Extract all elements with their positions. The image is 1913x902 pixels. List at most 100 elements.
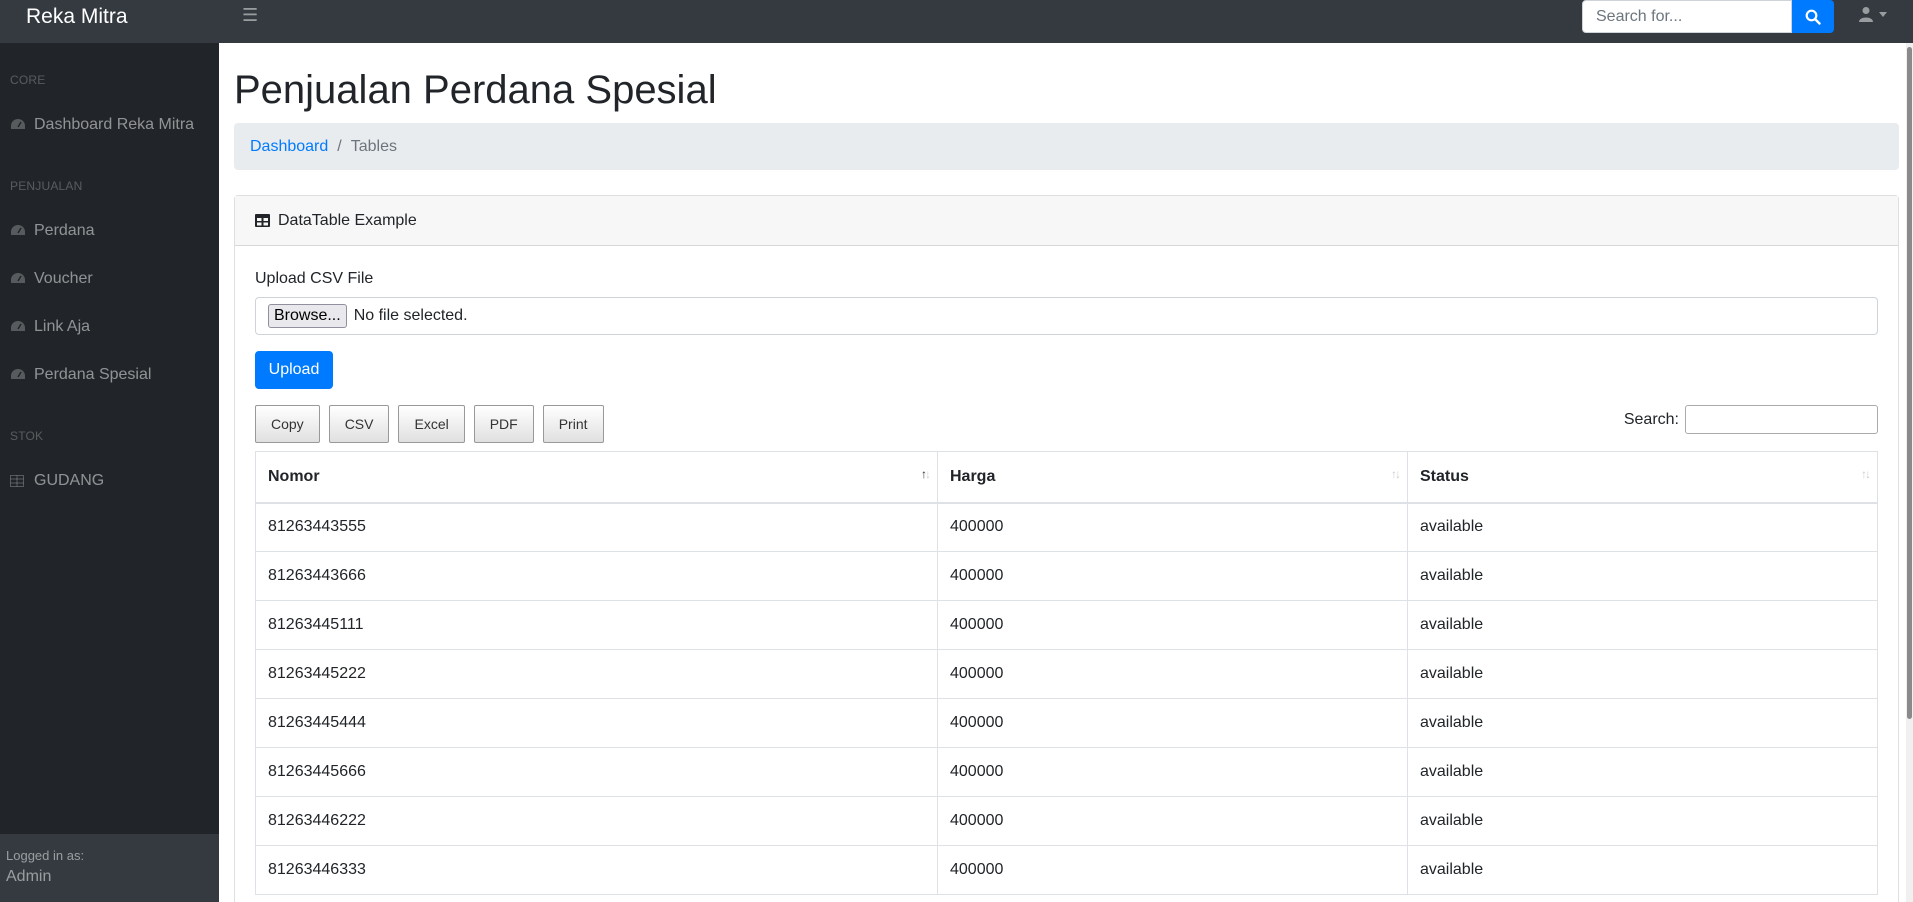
cell-nomor: 81263443555 xyxy=(255,502,938,552)
sidebar-toggle-icon[interactable]: ☰ xyxy=(242,5,258,26)
sidebar-item-perdana-spesial[interactable]: Perdana Spesial xyxy=(10,366,151,384)
sidebar-item-label: Link Aja xyxy=(34,318,91,335)
sidebar-item-label: Perdana xyxy=(34,222,95,239)
sidebar-footer: Logged in as: Admin xyxy=(0,834,219,902)
browse-button[interactable]: Browse... xyxy=(268,304,347,328)
column-header-harga[interactable]: Harga ↑↓ xyxy=(937,451,1408,504)
cell-status: available xyxy=(1407,551,1878,601)
page-title: Penjualan Perdana Spesial xyxy=(234,68,717,112)
search-icon xyxy=(1805,9,1821,25)
cell-harga: 400000 xyxy=(937,502,1408,552)
table-row: 81263443666 400000 available xyxy=(255,551,1878,601)
cell-status: available xyxy=(1407,747,1878,797)
top-navbar: Reka Mitra ☰ xyxy=(0,0,1913,43)
breadcrumb-active: Tables xyxy=(350,137,397,155)
table-icon xyxy=(255,214,270,227)
table-row: 81263446222 400000 available xyxy=(255,796,1878,846)
caret-down-icon xyxy=(1879,11,1887,17)
cell-harga: 400000 xyxy=(937,796,1408,846)
card-title: DataTable Example xyxy=(278,211,417,229)
cell-status: available xyxy=(1407,502,1878,552)
sort-icon: ↑↓ xyxy=(1861,467,1871,481)
cell-harga: 400000 xyxy=(937,600,1408,650)
sidebar-heading-penjualan: PENJUALAN xyxy=(10,179,83,193)
cell-status: available xyxy=(1407,649,1878,699)
card-header: DataTable Example xyxy=(235,196,1898,246)
search-button[interactable] xyxy=(1792,0,1834,33)
breadcrumb-link-dashboard[interactable]: Dashboard xyxy=(250,138,328,156)
print-button[interactable]: Print xyxy=(542,405,604,443)
user-menu-dropdown[interactable] xyxy=(1858,6,1887,22)
table-row: 81263445111 400000 available xyxy=(255,600,1878,650)
sidebar-item-voucher[interactable]: Voucher xyxy=(10,270,93,288)
export-buttons: Copy CSV Excel PDF Print xyxy=(255,405,613,443)
sidebar: CORE Dashboard Reka Mitra PENJUALAN Perd… xyxy=(0,43,219,902)
page-scrollbar[interactable] xyxy=(1906,43,1913,902)
cell-nomor: 81263445111 xyxy=(255,600,938,650)
navbar-search xyxy=(1582,0,1834,33)
cell-harga: 400000 xyxy=(937,551,1408,601)
tachometer-icon xyxy=(10,223,26,239)
sidebar-item-label: GUDANG xyxy=(34,472,105,489)
tachometer-icon xyxy=(10,319,26,335)
table-row: 81263445444 400000 available xyxy=(255,698,1878,748)
table-search-label: Search: xyxy=(1623,410,1679,428)
excel-button[interactable]: Excel xyxy=(398,405,465,443)
table-search: Search: xyxy=(1624,405,1878,434)
breadcrumb: Dashboard / Tables xyxy=(234,123,1899,170)
cell-nomor: 81263445444 xyxy=(255,698,938,748)
cell-harga: 400000 xyxy=(937,649,1408,699)
brand-title[interactable]: Reka Mitra xyxy=(26,5,128,29)
sort-asc-icon: ↑↓ xyxy=(921,467,931,481)
navbar-search-input[interactable] xyxy=(1582,0,1792,33)
cell-status: available xyxy=(1407,845,1878,895)
cell-status: available xyxy=(1407,600,1878,650)
column-header-status[interactable]: Status ↑↓ xyxy=(1407,451,1878,504)
table-row: 81263443555 400000 available xyxy=(255,502,1878,552)
sidebar-item-link-aja[interactable]: Link Aja xyxy=(10,318,90,336)
table-search-input[interactable] xyxy=(1685,405,1878,434)
column-header-nomor[interactable]: Nomor ↑↓ xyxy=(255,451,938,504)
cell-nomor: 81263446333 xyxy=(255,845,938,895)
cell-nomor: 81263445666 xyxy=(255,747,938,797)
table-row: 81263445222 400000 available xyxy=(255,649,1878,699)
sidebar-item-label: Voucher xyxy=(34,270,93,287)
data-table: Nomor ↑↓ Harga ↑↓ Status ↑↓ 81263443555 4000… xyxy=(255,451,1878,895)
pdf-button[interactable]: PDF xyxy=(473,405,534,443)
sidebar-heading-core: CORE xyxy=(10,73,46,87)
sidebar-item-dashboard[interactable]: Dashboard Reka Mitra xyxy=(10,116,194,134)
cell-nomor: 81263445222 xyxy=(255,649,938,699)
csv-button[interactable]: CSV xyxy=(328,405,390,443)
cell-harga: 400000 xyxy=(937,747,1408,797)
user-icon xyxy=(1859,7,1873,22)
table-header-row: Nomor ↑↓ Harga ↑↓ Status ↑↓ xyxy=(255,451,1878,504)
breadcrumb-separator: / xyxy=(337,137,342,155)
file-status: No file selected. xyxy=(353,307,468,324)
sidebar-item-perdana[interactable]: Perdana xyxy=(10,222,95,240)
sort-icon: ↑↓ xyxy=(1391,467,1401,481)
copy-button[interactable]: Copy xyxy=(255,405,320,443)
tachometer-icon xyxy=(10,117,26,133)
file-input[interactable]: Browse... No file selected. xyxy=(255,297,1878,335)
logged-in-user: Admin xyxy=(6,868,52,885)
cell-status: available xyxy=(1407,796,1878,846)
table-row: 81263445666 400000 available xyxy=(255,747,1878,797)
cell-harga: 400000 xyxy=(937,698,1408,748)
logged-in-label: Logged in as: xyxy=(6,848,85,863)
sidebar-item-gudang[interactable]: GUDANG xyxy=(10,472,104,490)
scrollbar-thumb[interactable] xyxy=(1907,47,1912,719)
tachometer-icon xyxy=(10,367,26,383)
table-icon xyxy=(10,473,26,489)
upload-csv-label: Upload CSV File xyxy=(255,270,374,287)
sidebar-item-label: Perdana Spesial xyxy=(34,366,152,383)
sidebar-item-label: Dashboard Reka Mitra xyxy=(34,116,195,133)
upload-button[interactable]: Upload xyxy=(255,351,333,389)
table-row: 81263446333 400000 available xyxy=(255,845,1878,895)
tachometer-icon xyxy=(10,271,26,287)
cell-nomor: 81263446222 xyxy=(255,796,938,846)
cell-nomor: 81263443666 xyxy=(255,551,938,601)
cell-harga: 400000 xyxy=(937,845,1408,895)
cell-status: available xyxy=(1407,698,1878,748)
sidebar-heading-stok: STOK xyxy=(10,429,44,443)
datatable-card: DataTable Example Upload CSV File Browse… xyxy=(234,195,1899,902)
